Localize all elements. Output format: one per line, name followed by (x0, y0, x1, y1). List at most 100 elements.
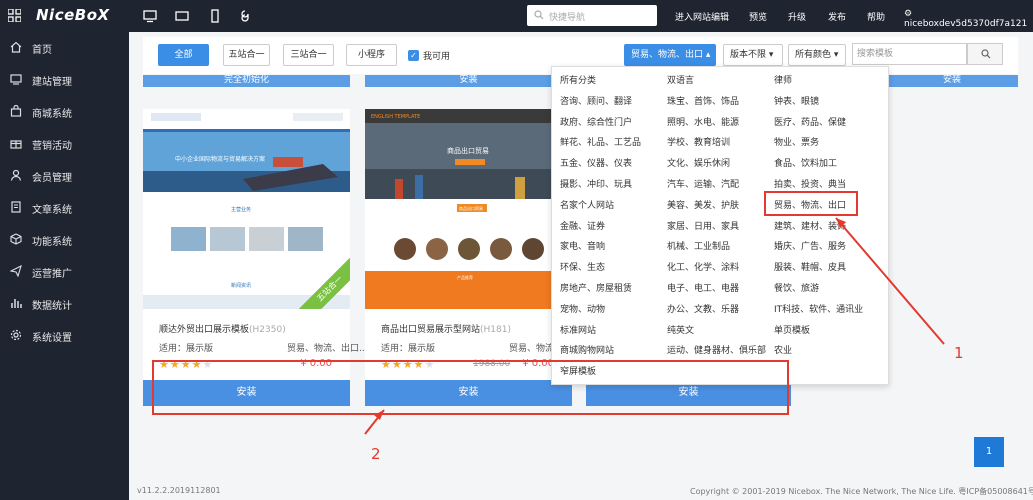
category-option[interactable]: 物业、票务 (774, 135, 819, 148)
category-option[interactable]: 环保、生态 (560, 260, 605, 273)
mobile-icon[interactable] (208, 9, 222, 23)
category-option[interactable]: 运动、健身器材、俱乐部 (667, 343, 766, 356)
logo[interactable]: NiceBoX (36, 6, 110, 24)
category-option[interactable]: 所有分类 (560, 73, 596, 86)
previous-row-strip[interactable]: 完全初始化 (143, 75, 350, 87)
available-checkbox[interactable]: ✓ (408, 50, 419, 61)
sidebar-item-home[interactable]: 首页 (0, 32, 129, 64)
category-option[interactable]: 家居、日用、家具 (667, 219, 739, 232)
category-option[interactable]: IT科技、软件、通讯业 (774, 302, 863, 315)
category-option[interactable]: 宠物、动物 (560, 302, 605, 315)
site-icon (10, 74, 22, 85)
sidebar-item-articles[interactable]: 文章系统 (0, 192, 129, 224)
card2-hero-text: 商品出口贸易 (447, 146, 489, 155)
category-option[interactable]: 汽车、运输、汽配 (667, 177, 739, 190)
quick-nav-search[interactable]: 快捷导航 (527, 5, 657, 26)
nav-publish[interactable]: 发布 (828, 10, 846, 23)
category-option[interactable]: 律师 (774, 73, 792, 86)
category-option[interactable]: 名家个人网站 (560, 198, 614, 211)
nav-help[interactable]: 帮助 (867, 10, 885, 23)
category-option[interactable]: 金融、证券 (560, 219, 605, 232)
category-option[interactable]: 标准网站 (560, 323, 596, 336)
category-option[interactable]: 钟表、眼镜 (774, 94, 819, 107)
nav-preview[interactable]: 预览 (749, 10, 767, 23)
sidebar-item-features[interactable]: 功能系统 (0, 224, 129, 256)
sidebar-item-shop[interactable]: 商城系统 (0, 96, 129, 128)
filter-all-button[interactable]: 全部 (158, 44, 209, 66)
page-1-button[interactable]: 1 (974, 437, 1004, 467)
category-option[interactable]: 学校、教育培训 (667, 135, 730, 148)
caret-up-icon: ▴ (705, 50, 711, 60)
template-thumbnail[interactable]: ENGLISH TEMPLATE 商品出口贸易 商品出口贸易 产品推荐 (365, 109, 572, 309)
grid-menu-icon[interactable] (8, 9, 21, 22)
category-option[interactable]: 美容、美发、护肤 (667, 198, 739, 211)
category-option[interactable]: 文化、娱乐休闲 (667, 156, 730, 169)
article-icon (11, 201, 21, 213)
category-option[interactable]: 拍卖、投资、典当 (774, 177, 846, 190)
nav-edit-site[interactable]: 进入网站编辑 (675, 10, 729, 23)
version-text: v11.2.2.2019112801 (137, 486, 221, 495)
category-option[interactable]: 服装、鞋帽、皮具 (774, 260, 846, 273)
gear-icon (10, 329, 22, 341)
category-option[interactable]: 咨询、顾问、翻译 (560, 94, 632, 107)
filter-mini-program-button[interactable]: 小程序 (346, 44, 397, 66)
category-option[interactable]: 双语言 (667, 73, 694, 86)
sidebar-item-promotion[interactable]: 运营推广 (0, 256, 129, 288)
sidebar-item-members[interactable]: 会员管理 (0, 160, 129, 192)
filter-five-in-one-button[interactable]: 五站合一 (223, 44, 270, 66)
chart-icon (11, 299, 22, 308)
category-option[interactable]: 单页模板 (774, 323, 810, 336)
category-option[interactable]: 商城购物网站 (560, 343, 614, 356)
tablet-icon[interactable] (175, 9, 189, 23)
category-option[interactable]: 鲜花、礼品、工艺品 (560, 135, 641, 148)
template-apply-text: 适用：展示版 (381, 344, 436, 354)
nav-upgrade[interactable]: 升级 (788, 10, 806, 23)
sidebar-item-site[interactable]: 建站管理 (0, 64, 129, 96)
category-option[interactable]: 电子、电工、电器 (667, 281, 739, 294)
gift-icon (10, 140, 22, 149)
category-option[interactable]: 纯英文 (667, 323, 694, 336)
sidebar-item-label: 建站管理 (32, 77, 72, 88)
template-title[interactable]: 商品出口贸易展示型网站(H181) (381, 322, 511, 335)
category-option[interactable]: 五金、仪器、仪表 (560, 156, 632, 169)
sidebar-item-marketing[interactable]: 营销活动 (0, 128, 129, 160)
user-menu[interactable]: ⚙ niceboxdev5d5370df7a121 (904, 9, 1033, 29)
desktop-icon[interactable] (143, 9, 157, 23)
category-option[interactable]: 家电、音响 (560, 239, 605, 252)
category-option[interactable]: 农业 (774, 343, 792, 356)
category-dropdown-panel: 所有分类咨询、顾问、翻译 政府、综合性门户 鲜花、礼品、工艺品 五金、仪器、仪表 摄影、… (551, 66, 889, 385)
category-option[interactable]: 摄影、冲印、玩具 (560, 177, 632, 190)
previous-row-strip[interactable]: 安装 (365, 75, 572, 87)
sidebar-item-statistics[interactable]: 数据统计 (0, 288, 129, 320)
card2-brand-text: ENGLISH TEMPLATE (371, 114, 420, 120)
version-dropdown[interactable]: 版本不限 ▾ (723, 44, 783, 66)
mini-program-icon[interactable] (240, 9, 254, 23)
sidebar-item-label: 会员管理 (32, 173, 72, 184)
copyright: Copyright © 2001-2019 Nicebox. The Nice … (690, 487, 956, 496)
category-dropdown[interactable]: 贸易、物流、出口 ▴ (624, 44, 716, 66)
category-option[interactable]: 机械、工业制品 (667, 239, 730, 252)
template-title[interactable]: 顺达外贸出口展示模板(H2350) (159, 322, 286, 335)
template-search-button[interactable] (967, 43, 1003, 65)
category-option[interactable]: 照明、水电、能源 (667, 115, 739, 128)
category-option[interactable]: 建筑、建材、装饰 (774, 219, 846, 232)
category-option[interactable]: 房地产、房屋租赁 (560, 281, 632, 294)
category-option[interactable]: 婚庆、广告、服务 (774, 239, 846, 252)
filter-three-in-one-button[interactable]: 三站合一 (283, 44, 334, 66)
sidebar-item-label: 首页 (32, 45, 52, 56)
previous-row-strip[interactable]: 安装 (886, 75, 1018, 87)
category-option[interactable]: 餐饮、旅游 (774, 281, 819, 294)
category-option[interactable]: 珠宝、首饰、饰品 (667, 94, 739, 107)
category-option[interactable]: 食品、饮料加工 (774, 156, 837, 169)
category-option[interactable]: 医疗、药品、保健 (774, 115, 846, 128)
category-option[interactable]: 办公、文教、乐器 (667, 302, 739, 315)
caret-down-icon: ▾ (768, 50, 774, 60)
color-dropdown[interactable]: 所有颜色 ▾ (788, 44, 846, 66)
sidebar-item-label: 商城系统 (32, 109, 72, 120)
sidebar-item-settings[interactable]: 系统设置 (0, 320, 129, 352)
template-search-input[interactable]: 搜索模板 (852, 43, 967, 65)
shop-icon (10, 105, 22, 117)
template-thumbnail[interactable]: 中小企业国际物流与贸易解决方案 主营业务 新闻资讯 五站合一 (143, 109, 350, 309)
category-option[interactable]: 政府、综合性门户 (560, 115, 632, 128)
category-option[interactable]: 化工、化学、涂料 (667, 260, 739, 273)
